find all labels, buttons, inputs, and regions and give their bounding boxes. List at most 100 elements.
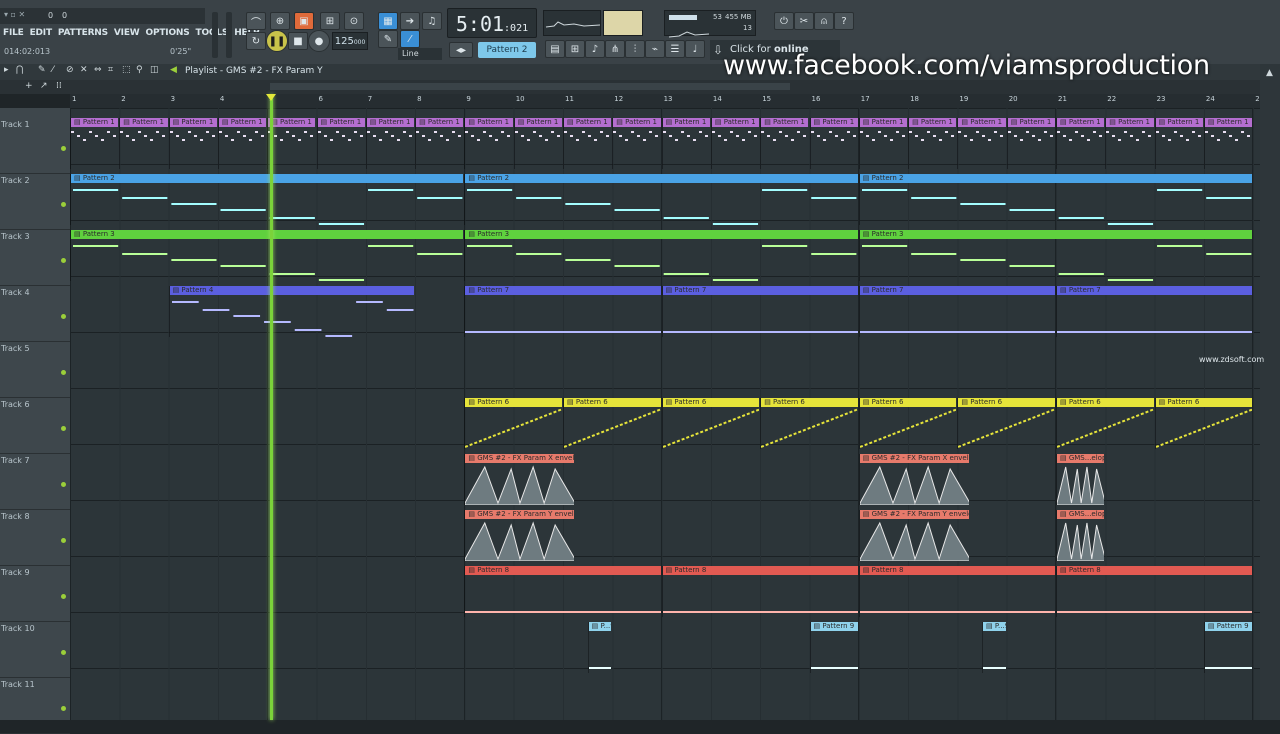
playlist-clip[interactable]: ▤ Pattern 1 (1154, 118, 1203, 169)
song-time-display[interactable]: 5:01:021 (447, 8, 537, 38)
brush-tool-icon[interactable]: ⁄ (52, 65, 54, 75)
browser-button[interactable]: ⋔ (605, 40, 625, 58)
playlist-clip[interactable]: ▤ Pattern 1 (1006, 118, 1055, 169)
playlist-clip[interactable]: ▤ Pattern 1 (760, 118, 809, 169)
playlist-clip[interactable]: ▤ Pattern 1 (809, 118, 858, 169)
track-mute-led[interactable] (61, 594, 66, 599)
track-name[interactable]: Track 5 (0, 344, 67, 353)
playlist-clip[interactable]: ▤ Pattern 1 (316, 118, 365, 169)
loop-button[interactable]: ↻ (246, 32, 266, 50)
playlist-clip[interactable]: ▤ Pattern 8 (464, 566, 661, 617)
playlist-clip[interactable]: ▤ Pattern 1 (1105, 118, 1154, 169)
playlist-clip[interactable]: ▤ Pattern 9 (1203, 622, 1253, 673)
plugin-button[interactable]: ⌁ (645, 40, 665, 58)
playlist-window-button[interactable]: ▤ (545, 40, 565, 58)
track-name[interactable]: Track 4 (0, 288, 67, 297)
pattern-nav-button[interactable]: ◂▸ (449, 42, 473, 58)
playlist-clip[interactable]: ▤ Pattern 6 (760, 398, 858, 449)
pattern-selector[interactable]: Pattern 2 (478, 42, 536, 58)
zoom-tool-icon[interactable]: ⚲ (136, 65, 143, 75)
playlist-clip[interactable]: ▤ Pattern 1 (119, 118, 168, 169)
playlist-clip[interactable]: ▤ GMS #2 - FX Param X envelope (464, 454, 575, 505)
metronome-button[interactable]: ⌒ (246, 12, 266, 30)
track-name[interactable]: Track 11 (0, 680, 67, 689)
track-name[interactable]: Track 1 (0, 120, 67, 129)
pencil-tool-icon[interactable]: ✎ (38, 65, 46, 75)
stop-button[interactable]: ■ (288, 32, 308, 50)
playlist-clip[interactable]: ▤ GMS #2 - FX Param Y envelope (464, 510, 575, 561)
playlist-clip[interactable]: ▤ GMS #2 - FX Param Y envelope (858, 510, 969, 561)
delete-tool-icon[interactable]: ⊘ (66, 65, 74, 75)
wait-button[interactable]: ⊕ (270, 12, 290, 30)
playlist-clip[interactable]: ▤ Pattern 1 (513, 118, 562, 169)
tempo-display[interactable]: 125000 (332, 32, 368, 50)
paint-tool-button[interactable]: ⁄ (400, 30, 420, 48)
playlist-clip[interactable]: ▤ Pattern 1 (464, 118, 513, 169)
playlist-clip[interactable]: ▤ Pattern 6 (1154, 398, 1253, 449)
track-mute-led[interactable] (61, 314, 66, 319)
track-mute-led[interactable] (61, 538, 66, 543)
playlist-clip[interactable]: ▤ Pattern 6 (464, 398, 562, 449)
playlist-clip[interactable]: ▤ Pattern 3 (858, 230, 1253, 281)
playlist-clip[interactable]: ▤ Pattern 3 (464, 230, 858, 281)
playlist-clip[interactable]: ▤ Pattern 1 (1203, 118, 1253, 169)
playlist-clip[interactable]: ▤ Pattern 1 (661, 118, 710, 169)
playhead[interactable] (270, 94, 273, 720)
track-mute-led[interactable] (61, 370, 66, 375)
playlist-clip[interactable]: ▤ Pattern 4 (168, 286, 415, 337)
vertical-scrollbar[interactable]: ▲ (1260, 64, 1280, 720)
reset-button[interactable]: ⏻ (774, 12, 794, 30)
menu-file[interactable]: FILE (0, 26, 27, 41)
overdub-button[interactable]: ⊙ (344, 12, 364, 30)
track-name[interactable]: Track 8 (0, 512, 67, 521)
scroll-up-icon[interactable]: ▲ (1266, 68, 1273, 78)
panic-button[interactable]: ✂ (794, 12, 814, 30)
pointer-icon[interactable]: ↗ (40, 81, 48, 91)
track-mute-led[interactable] (61, 258, 66, 263)
playlist-clip[interactable]: ▤ Pattern 1 (1056, 118, 1105, 169)
piano-roll-button[interactable]: ♪ (585, 40, 605, 58)
playlist-menu-arrow-icon[interactable]: ▸ (4, 65, 9, 75)
mixer-button[interactable]: ⫶ (625, 40, 645, 58)
playlist-clip[interactable]: ▤ Pattern 8 (1056, 566, 1253, 617)
wave-editor-button[interactable]: ♩ (685, 40, 705, 58)
playlist-clip[interactable]: ▤ Pattern 9 (809, 622, 858, 673)
slice-tool-icon[interactable]: ⌗ (108, 65, 113, 75)
playlist-clip[interactable]: ▤ Pattern 2 (70, 174, 464, 225)
playlist-clip[interactable]: ▤ Pattern 2 (858, 174, 1253, 225)
window-controls[interactable]: ▾ ▫ ✕ (4, 10, 25, 19)
playhead-marker-icon[interactable] (266, 94, 276, 101)
playlist-clip[interactable]: ▤ GMS...elope (1056, 510, 1105, 561)
play-button[interactable]: ❚❚ (266, 30, 288, 52)
playlist-clip[interactable]: ▤ Pattern 1 (563, 118, 612, 169)
track-mute-led[interactable] (61, 202, 66, 207)
playlist-clip[interactable]: ▤ Pattern 7 (464, 286, 661, 337)
mute-tool-icon[interactable]: ✕ (80, 65, 88, 75)
track-mute-led[interactable] (61, 650, 66, 655)
record-audio-button[interactable]: ⍝ (814, 12, 834, 30)
playlist-clip[interactable]: ▤ Pattern 1 (612, 118, 661, 169)
playlist-clip[interactable]: ▤ Pattern 3 (70, 230, 464, 281)
playlist-clip[interactable]: ▤ GMS...elope (1056, 454, 1105, 505)
track-name[interactable]: Track 9 (0, 568, 67, 577)
select-tool-icon[interactable]: ⬚ (122, 65, 131, 75)
playlist-clip[interactable]: ▤ Pattern 2 (464, 174, 858, 225)
slip-tool-icon[interactable]: ⇔ (94, 65, 102, 75)
draw-tool-button[interactable]: ✎ (378, 30, 398, 48)
playlist-clip[interactable]: ▤ Pattern 1 (415, 118, 464, 169)
playlist-clip[interactable]: ▤ Pattern 6 (563, 398, 661, 449)
playlist-clip[interactable]: ▤ Pattern 8 (661, 566, 858, 617)
playlist-clip[interactable]: ▤ Pattern 6 (1056, 398, 1154, 449)
help-button[interactable]: ? (834, 12, 854, 30)
playlist-clip[interactable]: ▤ Pattern 1 (267, 118, 316, 169)
timeline-ruler[interactable]: 1234567891011121314151617181920212223242… (70, 94, 1264, 109)
track-mute-led[interactable] (61, 426, 66, 431)
playlist-clip[interactable]: ▤ Pattern 1 (858, 118, 908, 169)
channel-rack-button[interactable]: ☰ (665, 40, 685, 58)
record-button[interactable]: ● (308, 30, 330, 52)
track-mute-led[interactable] (61, 482, 66, 487)
menu-options[interactable]: OPTIONS (143, 26, 193, 41)
track-name[interactable]: Track 10 (0, 624, 67, 633)
playlist-clip[interactable]: ▤ Pattern 1 (168, 118, 217, 169)
track-name[interactable]: Track 7 (0, 456, 67, 465)
